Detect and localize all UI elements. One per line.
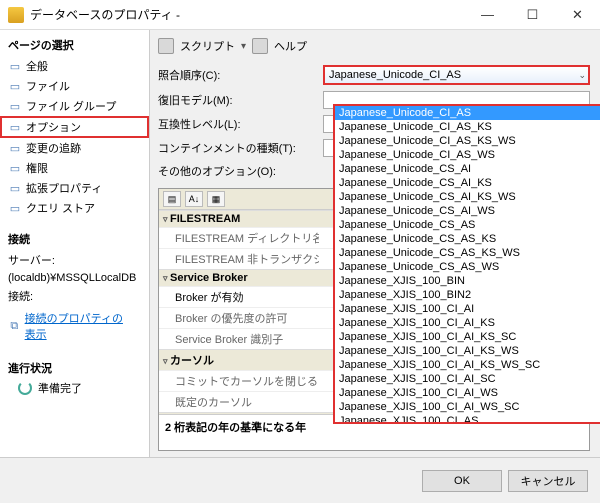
page-item-3[interactable]: ▭ オプション [0,116,149,138]
close-button[interactable]: ✕ [555,0,600,29]
cancel-button[interactable]: キャンセル [508,470,588,492]
page-item-7[interactable]: ▭ クエリ ストア [0,198,149,218]
dropdown-option[interactable]: Japanese_Unicode_CI_AS [335,106,600,120]
property-name: コミットでカーソルを閉じる [159,371,319,391]
page-icon: ▭ [8,141,22,155]
dropdown-option[interactable]: Japanese_XJIS_100_CI_AI [335,302,600,316]
properties-icon: ⧉ [8,319,21,333]
dropdown-option[interactable]: Japanese_Unicode_CS_AS_KS_WS [335,246,600,260]
page-icon: ▭ [8,59,22,73]
page-icon: ▭ [8,79,22,93]
dropdown-option[interactable]: Japanese_XJIS_100_CI_AI_SC [335,372,600,386]
server-label: サーバー: [0,250,149,270]
dropdown-option[interactable]: Japanese_XJIS_100_CI_AS [335,414,600,424]
collation-dropdown-list[interactable]: Japanese_Unicode_CI_ASJapanese_Unicode_C… [333,104,600,424]
property-name: 既定のカーソル [159,392,319,412]
toolbar: スクリプト ▾ ヘルプ [158,36,590,62]
dropdown-option[interactable]: Japanese_Unicode_CS_AI [335,162,600,176]
dropdown-option[interactable]: Japanese_XJIS_100_CI_AI_KS_WS [335,344,600,358]
page-label: 全般 [26,58,48,74]
page-icon: ▭ [8,181,22,195]
dropdown-option[interactable]: Japanese_XJIS_100_CI_AI_KS_WS_SC [335,358,600,372]
property-name: Service Broker 識別子 [159,329,319,349]
grid-tool-icon[interactable]: ▦ [207,191,225,207]
server-value: (localdb)¥MSSQLLocalDB [0,270,149,286]
collation-label: 照合順序(C): [158,67,323,83]
categorize-icon[interactable]: ▤ [163,191,181,207]
footer: OK キャンセル [0,457,600,503]
page-item-4[interactable]: ▭ 変更の追跡 [0,138,149,158]
property-name: FILESTREAM ディレクトリ名 [159,228,319,248]
page-item-1[interactable]: ▭ ファイル [0,76,149,96]
maximize-button[interactable]: ☐ [510,0,555,29]
page-item-2[interactable]: ▭ ファイル グループ [0,96,149,116]
dropdown-option[interactable]: Japanese_Unicode_CS_AS_KS [335,232,600,246]
page-icon: ▭ [8,201,22,215]
connection-label: 接続: [0,286,149,306]
left-panel: ページの選択 ▭ 全般 ▭ ファイル ▭ ファイル グループ ▭ オプション ▭ 変更の追跡 ▭ 権限… [0,30,150,457]
page-icon: ▭ [8,161,22,175]
page-item-6[interactable]: ▭ 拡張プロパティ [0,178,149,198]
recovery-label: 復旧モデル(M): [158,92,323,108]
right-panel: スクリプト ▾ ヘルプ 照合順序(C): Japanese_Unicode_CI… [150,30,600,457]
dropdown-option[interactable]: Japanese_XJIS_100_CI_AI_WS_SC [335,400,600,414]
page-select-heading: ページの選択 [0,34,149,56]
dropdown-option[interactable]: Japanese_Unicode_CI_AS_WS [335,148,600,162]
help-icon [252,38,268,54]
page-item-0[interactable]: ▭ 全般 [0,56,149,76]
page-label: クエリ ストア [26,200,95,216]
property-name: Broker の優先度の許可 [159,308,319,328]
page-label: 拡張プロパティ [26,180,102,196]
page-icon: ▭ [8,99,22,113]
page-item-5[interactable]: ▭ 権限 [0,158,149,178]
property-name: Broker が有効 [159,287,319,307]
other-options-label: その他のオプション(O): [158,163,323,179]
page-label: 権限 [26,160,48,176]
progress-heading: 進行状況 [8,360,141,376]
dropdown-option[interactable]: Japanese_Unicode_CI_AS_KS_WS [335,134,600,148]
dropdown-option[interactable]: Japanese_XJIS_100_CI_AI_KS [335,316,600,330]
window-title: データベースのプロパティ - [30,6,465,23]
titlebar: データベースのプロパティ - — ☐ ✕ [0,0,600,30]
script-button[interactable]: スクリプト [180,38,235,54]
dropdown-option[interactable]: Japanese_Unicode_CS_AS_WS [335,260,600,274]
page-label: 変更の追跡 [26,140,81,156]
ok-button[interactable]: OK [422,470,502,492]
collation-combobox[interactable]: Japanese_Unicode_CI_AS ⌄ [323,65,590,85]
help-button[interactable]: ヘルプ [274,38,307,54]
dropdown-option[interactable]: Japanese_XJIS_100_BIN2 [335,288,600,302]
dropdown-option[interactable]: Japanese_Unicode_CS_AI_KS_WS [335,190,600,204]
script-dropdown-icon[interactable]: ▾ [241,41,246,52]
dropdown-option[interactable]: Japanese_Unicode_CI_AS_KS [335,120,600,134]
page-label: オプション [26,119,81,135]
page-label: ファイル [26,78,70,94]
script-icon [158,38,174,54]
collation-value: Japanese_Unicode_CI_AS [329,69,461,81]
connection-heading: 接続 [0,228,149,250]
database-icon [8,7,24,23]
chevron-down-icon: ⌄ [578,70,586,81]
view-connection-properties-link[interactable]: 接続のプロパティの表示 [25,308,141,344]
compat-label: 互換性レベル(L): [158,116,323,132]
alphabetical-icon[interactable]: A↓ [185,191,203,207]
property-name: FILESTREAM 非トランザクション ア [159,249,319,269]
dropdown-option[interactable]: Japanese_Unicode_CS_AI_KS [335,176,600,190]
dropdown-option[interactable]: Japanese_XJIS_100_CI_AI_KS_SC [335,330,600,344]
page-icon: ▭ [8,120,22,134]
dropdown-option[interactable]: Japanese_XJIS_100_CI_AI_WS [335,386,600,400]
dropdown-option[interactable]: Japanese_Unicode_CS_AS [335,218,600,232]
containment-label: コンテインメントの種類(T): [158,140,323,156]
minimize-button[interactable]: — [465,0,510,29]
dropdown-option[interactable]: Japanese_XJIS_100_BIN [335,274,600,288]
progress-spinner-icon [18,381,32,395]
progress-status: 準備完了 [38,380,82,396]
dropdown-option[interactable]: Japanese_Unicode_CS_AI_WS [335,204,600,218]
page-label: ファイル グループ [26,98,116,114]
